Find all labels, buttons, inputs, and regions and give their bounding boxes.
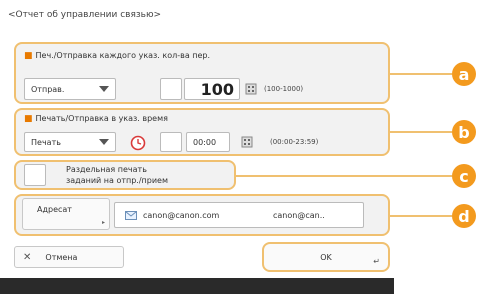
clock-icon — [128, 133, 148, 153]
time-range: (00:00-23:59) — [270, 138, 319, 146]
time-toggle[interactable] — [160, 132, 182, 152]
page-count-toggle[interactable] — [160, 78, 182, 100]
page-count-input[interactable]: 100 — [184, 78, 240, 100]
marker-c: c — [452, 164, 476, 188]
send-mode-value: Отправ. — [31, 84, 65, 94]
marker-c-connector — [236, 175, 452, 177]
marker-d: d — [452, 204, 476, 228]
keypad-icon[interactable] — [244, 80, 258, 98]
send-mode-dropdown[interactable]: Отправ. — [24, 78, 116, 100]
print-mode-value: Печать — [31, 137, 61, 147]
marker-a-connector — [390, 73, 452, 75]
bullet-icon: ■ — [24, 114, 33, 124]
chevron-down-icon — [99, 139, 109, 145]
cancel-button[interactable]: ✕ Отмена — [14, 246, 124, 268]
expand-arrow-icon: ▸ — [101, 219, 105, 226]
bottom-bar — [0, 278, 394, 294]
destination-button[interactable]: Адресат ▸ — [22, 198, 110, 230]
email-icon — [125, 210, 137, 220]
separate-print-checkbox[interactable] — [24, 164, 46, 186]
chevron-down-icon — [99, 86, 109, 92]
marker-b: b — [452, 120, 476, 144]
destination-address-right: canon@can.. — [273, 210, 325, 220]
destination-address-left: canon@canon.com — [143, 210, 220, 220]
ok-button[interactable]: OK ↵ — [262, 242, 390, 272]
marker-d-connector — [390, 215, 452, 217]
bullet-icon: ■ — [24, 51, 33, 61]
page-title: <Отчет об управлении связью> — [8, 10, 162, 20]
time-input[interactable]: 00:00 — [186, 132, 230, 152]
marker-a: a — [452, 62, 476, 86]
print-mode-dropdown[interactable]: Печать — [24, 132, 116, 152]
section-a-label: ■ Печ./Отправка каждого указ. кол-ва пер. — [24, 51, 211, 61]
page-count-range: (100-1000) — [264, 85, 304, 93]
close-icon: ✕ — [23, 251, 32, 263]
destination-field: canon@canon.com canon@can.. — [114, 202, 364, 228]
enter-icon: ↵ — [373, 257, 380, 266]
section-b-label: ■ Печать/Отправка в указ. время — [24, 114, 168, 124]
keypad-icon[interactable] — [240, 134, 254, 150]
marker-b-connector — [390, 131, 452, 133]
separate-print-label: Раздельная печать заданий на отпр./прием — [66, 165, 169, 185]
